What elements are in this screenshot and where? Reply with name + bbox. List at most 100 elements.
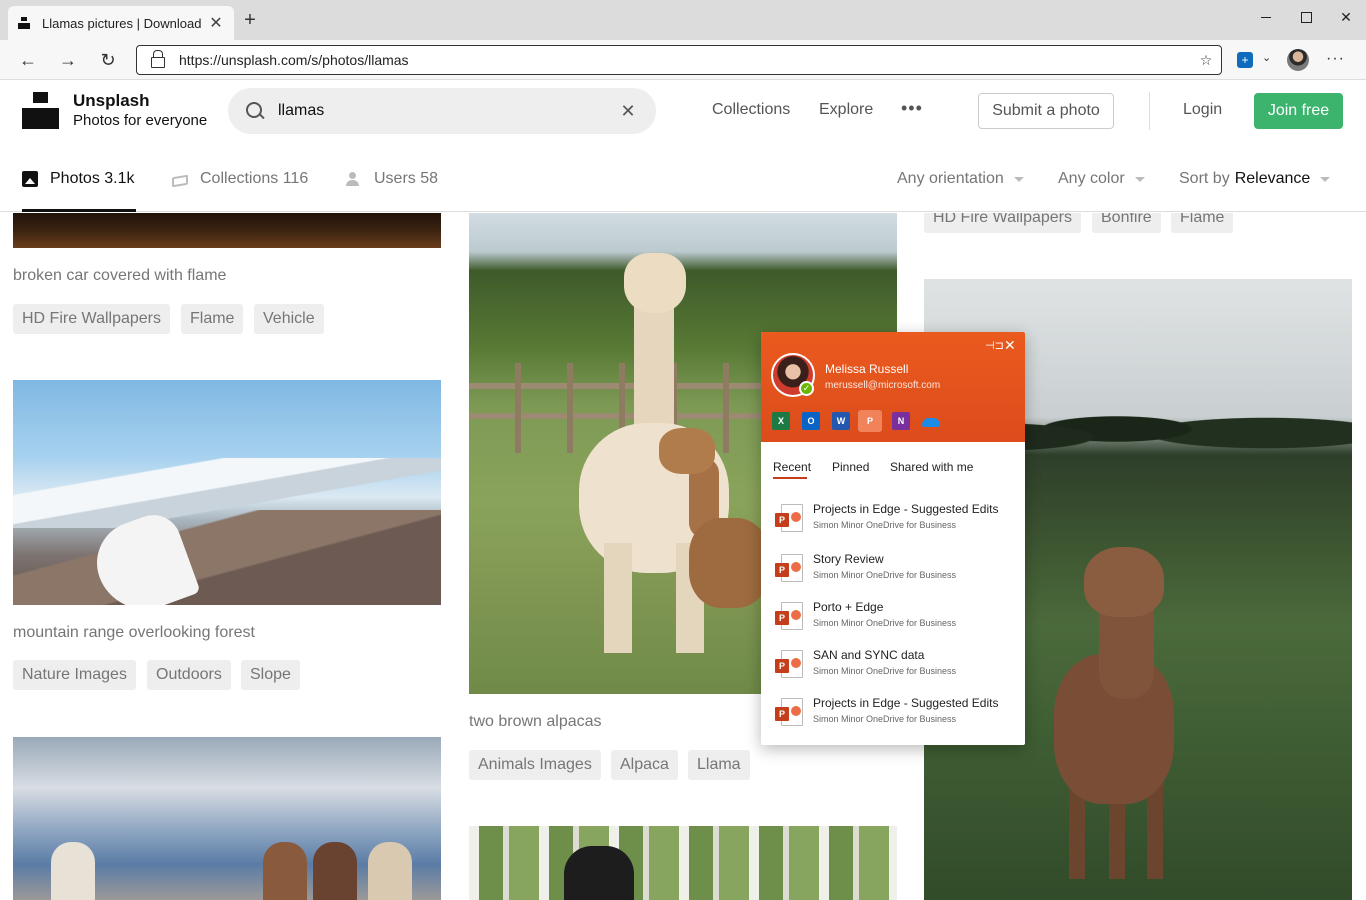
search-icon[interactable]: [246, 102, 264, 120]
outlook-icon[interactable]: O: [802, 412, 820, 430]
tag-chip[interactable]: Outdoors: [147, 660, 231, 690]
pin-icon[interactable]: ⊣⊐: [985, 339, 1004, 352]
search-input[interactable]: [278, 102, 618, 120]
address-bar[interactable]: https://unsplash.com/s/photos/llamas ☆: [136, 45, 1222, 75]
caret-down-icon: [1320, 176, 1331, 182]
search-bar: ✕: [228, 88, 656, 134]
active-tab-indicator: [22, 209, 136, 212]
brand-name[interactable]: Unsplash: [73, 91, 150, 111]
powerpoint-file-icon: P: [775, 554, 803, 582]
tab-users[interactable]: Users 58: [346, 170, 438, 188]
filter-bar: Photos 3.1k Collections 116 Users 58 Any…: [0, 142, 1366, 212]
onedrive-icon[interactable]: [922, 412, 940, 430]
nav-explore-link[interactable]: Explore: [819, 101, 873, 119]
document-location: Simon Minor OneDrive for Business: [813, 618, 957, 628]
more-options-icon[interactable]: •••: [901, 98, 923, 119]
photo-caption: two brown alpacas: [469, 713, 602, 730]
add-favorite-icon[interactable]: ☆: [1191, 52, 1221, 69]
close-tab-icon[interactable]: ✕: [208, 13, 224, 33]
user-name: Melissa Russell: [825, 362, 909, 376]
photo-mountain-range[interactable]: [13, 380, 441, 605]
flyout-header: ✓ Melissa Russell merussell@microsoft.co…: [761, 332, 1025, 442]
orientation-label: Any orientation: [897, 170, 1004, 187]
new-tab-button[interactable]: +: [240, 10, 260, 30]
nav-collections-link[interactable]: Collections: [712, 101, 790, 119]
reload-button[interactable]: ↻: [96, 48, 120, 72]
tab-photos-label: Photos 3.1k: [50, 170, 135, 187]
color-label: Any color: [1058, 170, 1125, 187]
photo-caption: mountain range overlooking forest: [13, 624, 255, 641]
tab-users-label: Users 58: [374, 170, 439, 187]
close-window-button[interactable]: ✕: [1326, 6, 1366, 28]
photo-icon: [22, 171, 38, 187]
sort-dropdown[interactable]: Sort by Relevance: [1179, 170, 1331, 188]
tab-pinned[interactable]: Pinned: [832, 460, 869, 474]
word-icon[interactable]: W: [832, 412, 850, 430]
browser-tab[interactable]: Llamas pictures | Download ✕: [8, 6, 234, 40]
tab-collections[interactable]: Collections 116: [172, 170, 308, 188]
orientation-dropdown[interactable]: Any orientation: [897, 170, 1024, 188]
tag-chip[interactable]: Animals Images: [469, 750, 601, 780]
document-title: Porto + Edge: [813, 600, 884, 614]
back-button[interactable]: ←: [16, 48, 40, 72]
chevron-down-icon[interactable]: ⌄: [1262, 51, 1271, 64]
tag-chip[interactable]: HD Fire Wallpapers: [924, 213, 1081, 233]
join-free-button[interactable]: Join free: [1254, 93, 1343, 129]
url-text[interactable]: https://unsplash.com/s/photos/llamas: [179, 52, 1191, 68]
sort-prefix: Sort by: [1179, 170, 1230, 187]
site-header: Unsplash Photos for everyone ✕ Collectio…: [0, 80, 1366, 142]
profile-avatar[interactable]: [1287, 49, 1309, 71]
recent-document-item[interactable]: P Story Review Simon Minor OneDrive for …: [775, 548, 1015, 588]
photo-gallery: broken car covered with flame HD Fire Wa…: [0, 213, 1366, 900]
photo-llamas-clouds[interactable]: [13, 737, 441, 900]
recent-document-item[interactable]: P SAN and SYNC data Simon Minor OneDrive…: [775, 644, 1015, 684]
unsplash-favicon-icon: [18, 17, 30, 29]
submit-photo-button[interactable]: Submit a photo: [978, 93, 1114, 129]
minimize-window-button[interactable]: [1246, 6, 1286, 28]
close-flyout-icon[interactable]: ✕: [1004, 337, 1016, 354]
photo-caption: broken car covered with flame: [13, 267, 227, 284]
powerpoint-file-icon: P: [775, 698, 803, 726]
tab-photos[interactable]: Photos 3.1k: [22, 170, 135, 188]
document-location: Simon Minor OneDrive for Business: [813, 570, 957, 580]
excel-icon[interactable]: X: [772, 412, 790, 430]
browser-toolbar: ← → ↻ https://unsplash.com/s/photos/llam…: [0, 40, 1366, 80]
powerpoint-icon[interactable]: P: [858, 410, 882, 432]
caret-down-icon: [1134, 176, 1145, 182]
tag-chip[interactable]: Slope: [241, 660, 300, 690]
photo-burning-car[interactable]: [13, 213, 441, 248]
document-location: Simon Minor OneDrive for Business: [813, 520, 957, 530]
users-icon: [346, 171, 362, 187]
tab-shared-with-me[interactable]: Shared with me: [890, 460, 973, 474]
tag-chip[interactable]: Nature Images: [13, 660, 136, 690]
header-divider: [1149, 92, 1150, 130]
browser-menu-button[interactable]: ···: [1326, 50, 1345, 68]
tag-chip[interactable]: Llama: [688, 750, 750, 780]
tab-recent[interactable]: Recent: [773, 460, 811, 474]
color-dropdown[interactable]: Any color: [1058, 170, 1145, 188]
tag-chip[interactable]: Vehicle: [254, 304, 324, 334]
recent-document-item[interactable]: P Projects in Edge - Suggested Edits Sim…: [775, 498, 1015, 538]
tab-collections-label: Collections 116: [200, 170, 309, 187]
recent-document-item[interactable]: P Projects in Edge - Suggested Edits Sim…: [775, 692, 1015, 732]
login-link[interactable]: Login: [1183, 101, 1222, 119]
extension-icon[interactable]: +: [1237, 52, 1253, 68]
recent-document-item[interactable]: P Porto + Edge Simon Minor OneDrive for …: [775, 596, 1015, 636]
forward-button[interactable]: →: [56, 48, 80, 72]
maximize-window-button[interactable]: [1286, 6, 1326, 28]
tag-chip[interactable]: Bonfire: [1092, 213, 1161, 233]
powerpoint-file-icon: P: [775, 650, 803, 678]
photo-llama-birch[interactable]: [469, 826, 897, 900]
document-title: Projects in Edge - Suggested Edits: [813, 502, 999, 516]
unsplash-logo-icon[interactable]: [22, 92, 59, 129]
tag-chip[interactable]: Flame: [1171, 213, 1234, 233]
sort-value: Relevance: [1234, 170, 1311, 187]
office-account-flyout: ✓ Melissa Russell merussell@microsoft.co…: [761, 332, 1025, 745]
tag-chip[interactable]: Alpaca: [611, 750, 678, 780]
tag-chip[interactable]: Flame: [181, 304, 244, 334]
tag-chip[interactable]: HD Fire Wallpapers: [13, 304, 170, 334]
clear-search-icon[interactable]: ✕: [618, 101, 638, 122]
active-tab-indicator: [773, 477, 807, 479]
onenote-icon[interactable]: N: [892, 412, 910, 430]
document-location: Simon Minor OneDrive for Business: [813, 666, 957, 676]
